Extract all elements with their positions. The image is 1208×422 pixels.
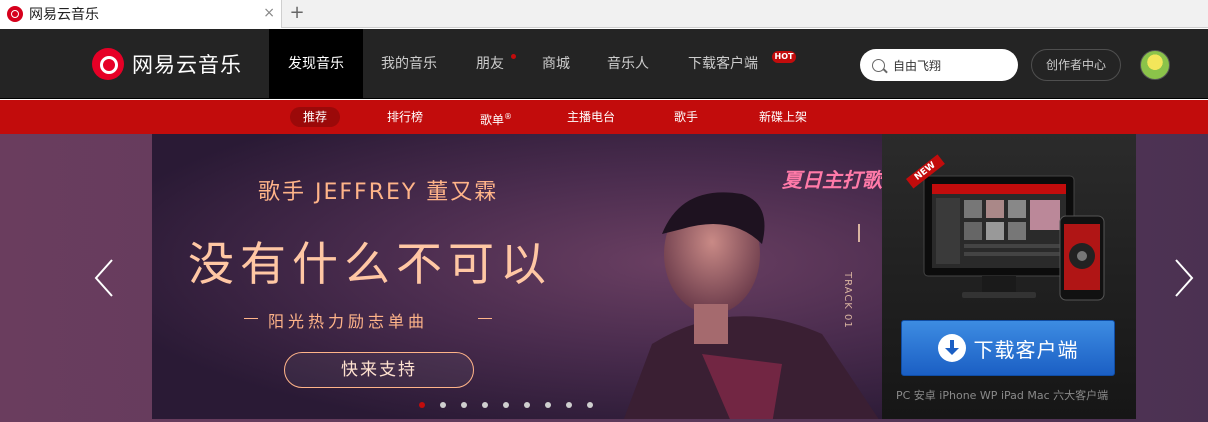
nav-friends[interactable]: 朋友 (459, 29, 521, 99)
subnav-playlists-label: 歌单 (479, 113, 504, 127)
browser-tabstrip: 网易云音乐 × + (0, 0, 1208, 28)
new-tab-button[interactable]: + (286, 3, 308, 25)
search-box[interactable] (860, 49, 1018, 81)
next-slide-button[interactable] (1172, 258, 1196, 298)
banner: 歌手 JEFFREY 董又霖 没有什么不可以 阳光热力励志单曲 快来支持 夏日主… (0, 134, 1208, 422)
slide-dot[interactable] (461, 402, 467, 408)
search-input[interactable] (893, 58, 1013, 72)
subnav-radio[interactable]: 主播电台 (558, 107, 624, 127)
subtitle-right-line (478, 318, 492, 319)
banner-headline: 没有什么不可以 (188, 237, 552, 291)
subnav-charts[interactable]: 排行榜 (378, 107, 432, 127)
banner-brand: 夏日主打歌 (782, 168, 882, 192)
banner-cta-button[interactable]: 快来支持 (284, 352, 474, 388)
nav-discover-music[interactable]: 发现音乐 (269, 29, 363, 99)
slide-dot[interactable] (545, 402, 551, 408)
prev-slide-button[interactable] (92, 258, 116, 298)
chevron-left-icon (94, 259, 113, 297)
netease-logo-icon (92, 48, 124, 80)
download-panel: NEW 下载客户端 PC 安卓 iPhone WP iPad Mac 六大客户端 (882, 134, 1136, 419)
tab-close-icon[interactable]: × (263, 5, 275, 21)
slide-dot[interactable] (503, 402, 509, 408)
artist-photo (623, 192, 879, 419)
user-avatar[interactable] (1140, 50, 1170, 80)
slide-dot[interactable] (587, 402, 593, 408)
slide-dot[interactable] (440, 402, 446, 408)
nav-my-music[interactable]: 我的音乐 (367, 29, 451, 99)
nav-store[interactable]: 商城 (528, 29, 584, 99)
banner-slide[interactable]: 歌手 JEFFREY 董又霖 没有什么不可以 阳光热力励志单曲 快来支持 夏日主… (152, 134, 882, 419)
download-button-label: 下载客户端 (973, 337, 1079, 362)
slide-indicators (419, 402, 608, 408)
subnav-recommend[interactable]: 推荐 (290, 107, 340, 127)
registered-mark: ® (504, 112, 512, 121)
slide-dot[interactable] (524, 402, 530, 408)
slide-dot[interactable] (482, 402, 488, 408)
subnav-new-albums[interactable]: 新碟上架 (750, 107, 816, 127)
download-platforms: PC 安卓 iPhone WP iPad Mac 六大客户端 (896, 389, 1109, 402)
download-client-button[interactable]: 下载客户端 (901, 320, 1115, 376)
creator-center-button[interactable]: 创作者中心 (1031, 49, 1121, 81)
download-icon (937, 334, 966, 362)
chevron-right-icon (1175, 259, 1194, 297)
slide-dot[interactable] (566, 402, 572, 408)
sub-nav: 推荐 排行榜 歌单® 主播电台 歌手 新碟上架 (0, 100, 1208, 134)
subtitle-left-line (244, 318, 258, 319)
logo[interactable]: 网易云音乐 (92, 48, 242, 80)
nav-download-client[interactable]: 下载客户端 (676, 29, 770, 99)
client-devices-illustration (923, 175, 1105, 301)
search-icon (872, 58, 885, 72)
friends-notification-dot (511, 54, 516, 59)
subnav-artists[interactable]: 歌手 (664, 107, 708, 127)
track-divider (858, 224, 860, 242)
nav-musician[interactable]: 音乐人 (592, 29, 664, 99)
browser-tab[interactable]: 网易云音乐 × (0, 0, 282, 28)
slide-dot[interactable] (419, 402, 425, 408)
logo-text: 网易云音乐 (132, 53, 242, 77)
top-nav: 网易云音乐 发现音乐 我的音乐 朋友 商城 音乐人 下载客户端 HOT 创作者中… (0, 29, 1208, 99)
banner-track: TRACK 01 (842, 272, 853, 329)
banner-artist: 歌手 JEFFREY 董又霖 (258, 180, 499, 205)
subnav-playlists[interactable]: 歌单® (468, 107, 524, 127)
hot-badge: HOT (772, 51, 796, 63)
tab-title: 网易云音乐 (29, 7, 99, 23)
banner-subtitle: 阳光热力励志单曲 (268, 312, 429, 331)
netease-favicon-icon (7, 6, 23, 22)
